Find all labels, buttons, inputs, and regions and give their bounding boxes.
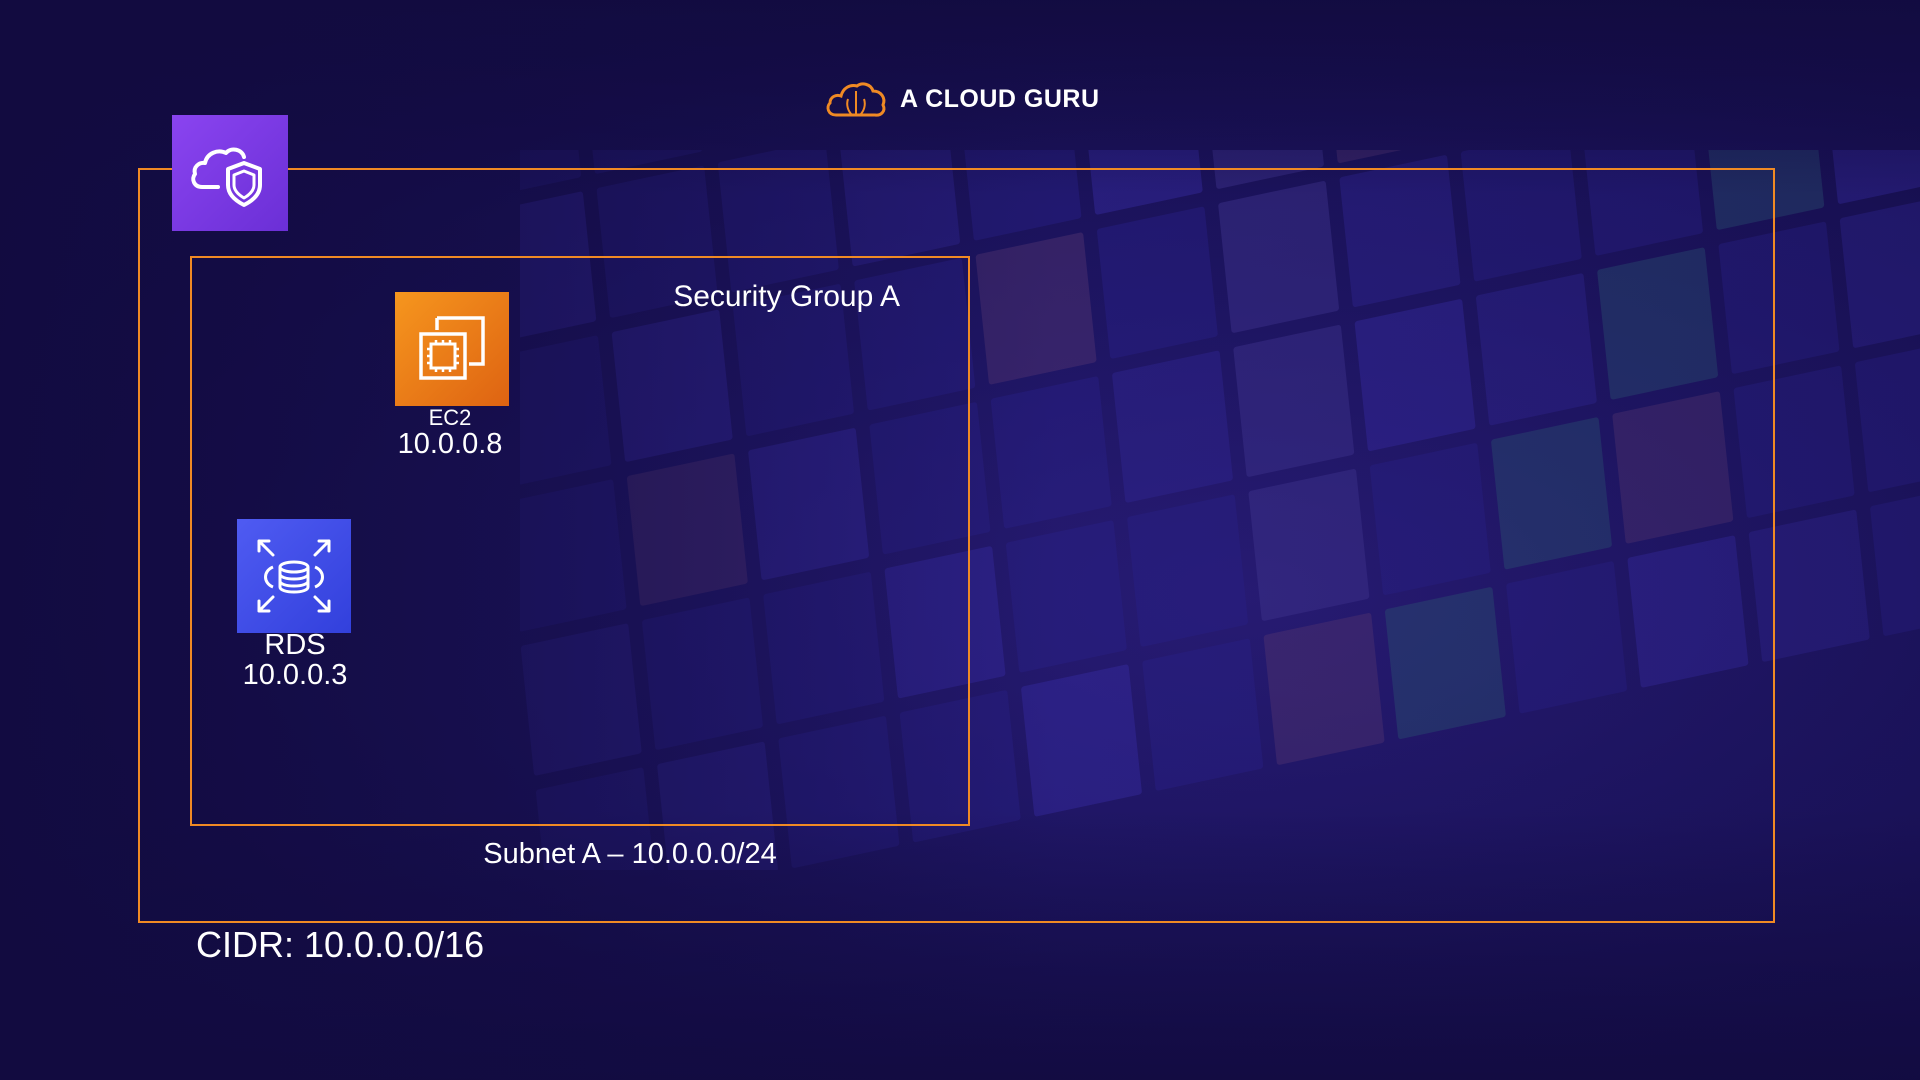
vpc-cidr-label: CIDR: 10.0.0.0/16 xyxy=(196,924,485,965)
cloud-logo-icon xyxy=(826,82,886,117)
subnet-label: Subnet A – 10.0.0.0/24 xyxy=(483,838,777,870)
vpc-cloud-shield-icon xyxy=(172,115,288,231)
rds-database-icon xyxy=(237,519,351,633)
ec2-ip-address: 10.0.0.8 xyxy=(397,428,503,460)
rds-label: RDS xyxy=(264,629,326,661)
rds-ip-address: 10.0.0.3 xyxy=(242,659,348,691)
ec2-chip-icon xyxy=(395,292,509,406)
security-group-label: Security Group A xyxy=(673,280,900,313)
brand-logo: A CLOUD GURU xyxy=(824,76,1100,122)
brand-name: A CLOUD GURU xyxy=(900,84,1100,113)
